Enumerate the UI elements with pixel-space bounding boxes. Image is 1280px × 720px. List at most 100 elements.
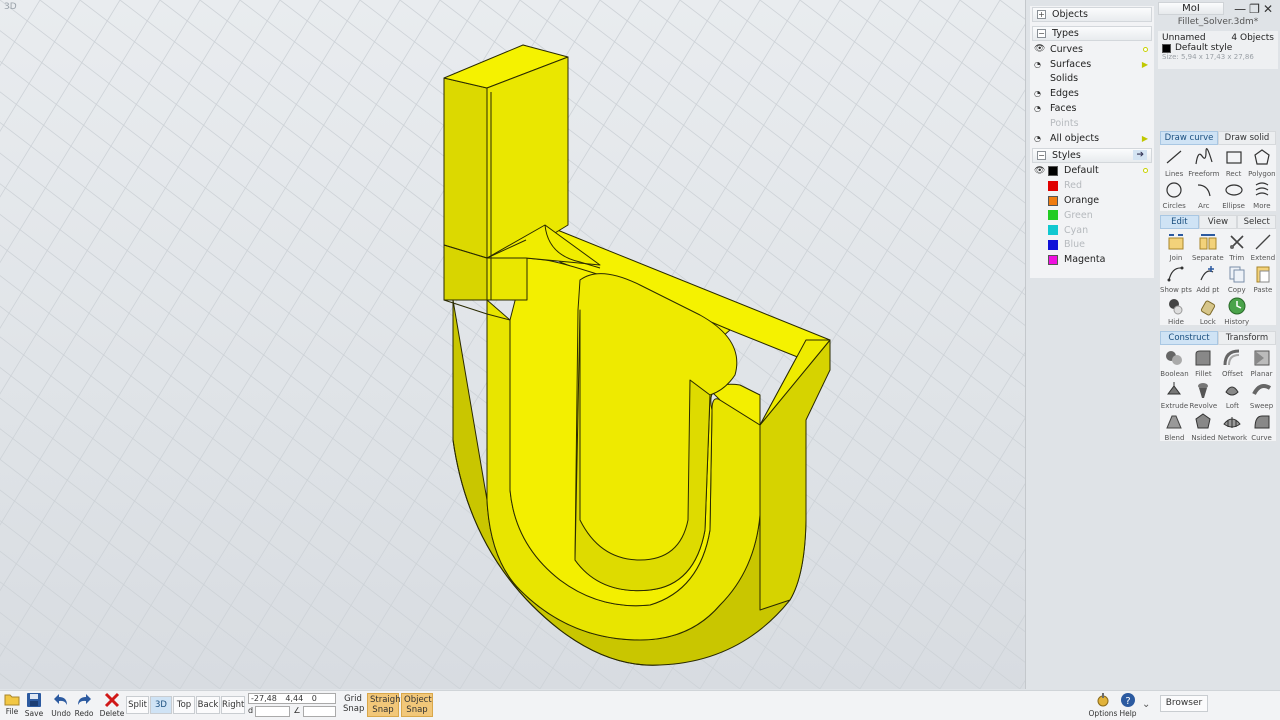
partial-visibility-icon[interactable]: ◔: [1034, 104, 1041, 113]
tool-more[interactable]: More: [1248, 179, 1276, 211]
partial-visibility-icon[interactable]: ◔: [1034, 89, 1041, 98]
3d-viewport[interactable]: 3D: [0, 0, 1026, 689]
type-item-faces[interactable]: ◔ Faces: [1030, 101, 1154, 116]
tool-hide[interactable]: Hide: [1160, 295, 1192, 327]
minimize-icon[interactable]: —: [1234, 2, 1249, 16]
yellow-solid-model[interactable]: [0, 0, 1026, 689]
type-item-points[interactable]: Points: [1030, 116, 1154, 131]
tab-select[interactable]: Select: [1237, 215, 1277, 229]
browser-button[interactable]: Browser: [1160, 695, 1208, 712]
undo-button[interactable]: Undo: [49, 692, 73, 718]
file-button[interactable]: File: [0, 692, 24, 716]
style-item-magenta[interactable]: Magenta: [1030, 252, 1154, 267]
type-item-surfaces[interactable]: ◔ Surfaces ▶: [1030, 57, 1154, 72]
redo-button[interactable]: Redo: [72, 692, 96, 718]
partial-visibility-icon[interactable]: ◔: [1034, 60, 1041, 69]
styles-header[interactable]: − Styles ➔: [1032, 147, 1152, 163]
tool-rect[interactable]: Rect: [1219, 147, 1247, 179]
tool-curve[interactable]: Curve: [1247, 411, 1276, 443]
tool-lines[interactable]: Lines: [1160, 147, 1188, 179]
object-name[interactable]: Unnamed: [1162, 33, 1206, 43]
tool-paste[interactable]: Paste: [1250, 263, 1276, 295]
options-button[interactable]: Options: [1089, 692, 1117, 718]
expand-icon[interactable]: +: [1037, 10, 1046, 19]
tab-edit[interactable]: Edit: [1160, 215, 1199, 229]
tool-network[interactable]: Network: [1218, 411, 1247, 443]
save-button[interactable]: Save: [22, 692, 46, 718]
straight-snap-toggle[interactable]: Straight Snap: [367, 693, 404, 717]
collapse-icon[interactable]: −: [1037, 29, 1046, 38]
tool-revolve[interactable]: Revolve: [1189, 379, 1218, 411]
objects-header[interactable]: + Objects: [1032, 7, 1152, 22]
tool-boolean[interactable]: Boolean: [1160, 347, 1189, 379]
tab-view[interactable]: View: [1198, 215, 1238, 229]
style-name[interactable]: Default style: [1175, 43, 1232, 53]
view-back-button[interactable]: Back: [196, 696, 220, 714]
chevron-down-icon[interactable]: ⌄: [1142, 699, 1150, 710]
tool-nsided[interactable]: Nsided: [1189, 411, 1218, 443]
object-snap-toggle[interactable]: Object Snap: [401, 693, 433, 717]
app-title[interactable]: MoI: [1158, 2, 1224, 15]
tool-loft[interactable]: Loft: [1218, 379, 1247, 411]
styles-arrow-icon[interactable]: ➔: [1133, 150, 1147, 161]
tab-draw-curve[interactable]: Draw curve: [1160, 131, 1218, 145]
maximize-icon[interactable]: ❐: [1249, 2, 1263, 16]
collapse-icon[interactable]: −: [1037, 150, 1046, 160]
view-top-button[interactable]: Top: [173, 696, 195, 714]
style-item-blue[interactable]: Blue: [1030, 238, 1154, 253]
type-item-all-objects[interactable]: ◔ All objects ▶: [1030, 131, 1154, 146]
type-item-edges[interactable]: ◔ Edges: [1030, 86, 1154, 101]
partial-visibility-icon[interactable]: ◔: [1034, 134, 1041, 143]
tab-draw-solid[interactable]: Draw solid: [1218, 131, 1276, 145]
tool-sweep[interactable]: Sweep: [1247, 379, 1276, 411]
style-item-orange[interactable]: Orange: [1030, 193, 1154, 208]
style-item-green[interactable]: Green: [1030, 208, 1154, 223]
tool-copy[interactable]: Copy: [1224, 263, 1250, 295]
tool-join[interactable]: Join: [1160, 231, 1192, 263]
tool-blend[interactable]: Blend: [1160, 411, 1189, 443]
coordinate-readout[interactable]: -27,48 4,44 0: [248, 693, 336, 704]
style-item-cyan[interactable]: Cyan: [1030, 223, 1154, 238]
coordinate-input[interactable]: -27,48 4,44 0 d ∠: [248, 693, 336, 719]
tool-fillet[interactable]: Fillet: [1189, 347, 1218, 379]
tool-add-pt[interactable]: Add pt: [1192, 263, 1224, 295]
tool-circles[interactable]: Circles: [1160, 179, 1188, 211]
tab-transform[interactable]: Transform: [1218, 331, 1276, 345]
delete-button[interactable]: Delete: [100, 692, 124, 718]
tab-construct[interactable]: Construct: [1160, 331, 1218, 345]
tool-extrude[interactable]: Extrude: [1160, 379, 1189, 411]
tool-separate[interactable]: Separate: [1192, 231, 1224, 263]
tool-freeform[interactable]: Freeform: [1188, 147, 1219, 179]
tool-trim[interactable]: Trim: [1224, 231, 1250, 263]
bottom-toolbar: File Save Undo Redo Delete Split 3D Top …: [0, 690, 1280, 720]
style-item-default[interactable]: 👁 Default: [1030, 164, 1154, 179]
select-dot-icon[interactable]: [1143, 168, 1148, 174]
window-controls[interactable]: —❐✕: [1234, 2, 1276, 16]
tool-offset[interactable]: Offset: [1218, 347, 1247, 379]
eye-icon[interactable]: 👁: [1034, 44, 1045, 54]
close-icon[interactable]: ✕: [1263, 2, 1276, 16]
grid-snap-toggle[interactable]: Grid Snap: [341, 693, 365, 715]
select-dot-icon[interactable]: [1143, 46, 1148, 52]
tool-extend[interactable]: Extend: [1250, 231, 1276, 263]
types-header[interactable]: − Types: [1032, 26, 1152, 41]
tool-planar[interactable]: Planar: [1247, 347, 1276, 379]
angle-input[interactable]: [302, 706, 336, 717]
type-item-curves[interactable]: 👁 Curves: [1030, 42, 1154, 57]
eye-icon[interactable]: 👁: [1034, 166, 1045, 176]
expand-arrow-icon[interactable]: ▶: [1142, 60, 1148, 69]
help-button[interactable]: ? Help: [1116, 692, 1140, 718]
tool-polygon[interactable]: Polygon: [1248, 147, 1276, 179]
style-item-red[interactable]: Red: [1030, 178, 1154, 193]
view-right-button[interactable]: Right: [221, 696, 245, 714]
tool-ellipse[interactable]: Ellipse: [1219, 179, 1247, 211]
tool-history[interactable]: History: [1224, 295, 1250, 327]
expand-arrow-icon[interactable]: ▶: [1142, 134, 1148, 143]
tool-lock[interactable]: Lock: [1192, 295, 1224, 327]
tool-show-pts[interactable]: Show pts: [1160, 263, 1192, 295]
distance-input[interactable]: [255, 706, 291, 717]
tool-arc[interactable]: Arc: [1188, 179, 1219, 211]
type-item-solids[interactable]: Solids: [1030, 72, 1154, 87]
view-3d-button[interactable]: 3D: [150, 696, 172, 714]
view-split-button[interactable]: Split: [126, 696, 149, 714]
